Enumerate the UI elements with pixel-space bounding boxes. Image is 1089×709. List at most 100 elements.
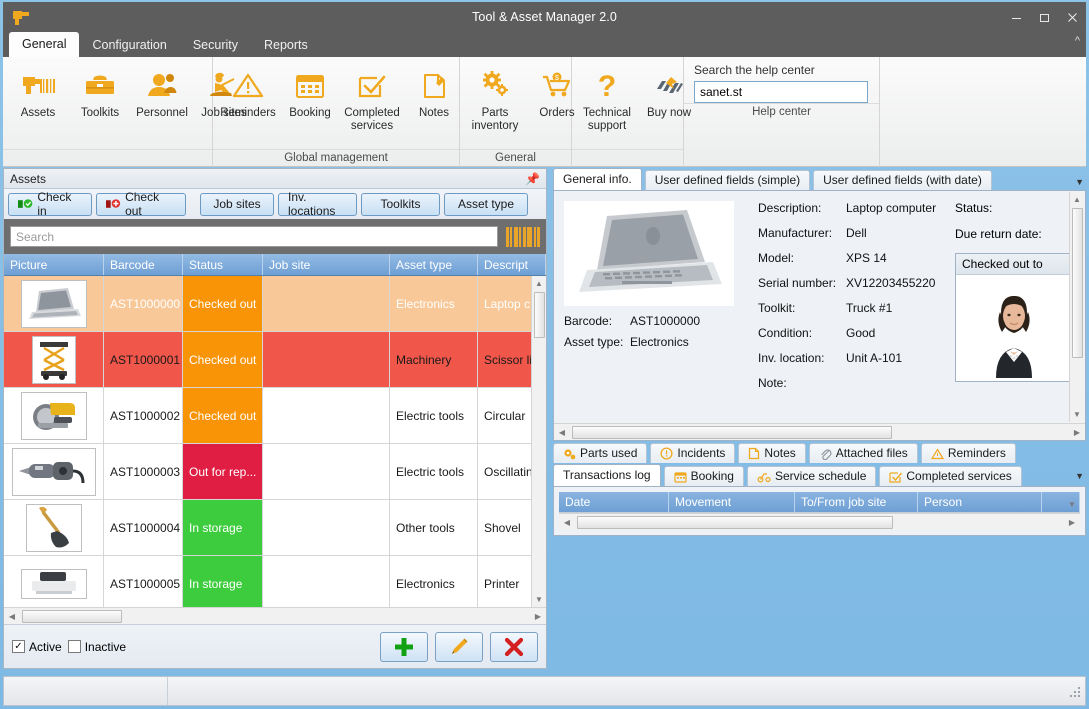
field-key: Description: (758, 201, 822, 215)
tab-general-info[interactable]: General info. (553, 168, 642, 190)
ribbon-button-notes[interactable]: Notes (403, 61, 465, 149)
table-row[interactable]: AST1000000 Checked out Electronics Lapto… (4, 276, 546, 332)
column-header-picture[interactable]: Picture (4, 254, 104, 275)
log-column-date[interactable]: Date (559, 492, 669, 512)
help-search-input[interactable] (694, 81, 868, 103)
log-horizontal-scrollbar[interactable]: ◀ ▶ (559, 513, 1080, 530)
detail-vertical-scrollbar[interactable]: ▲ ▼ (1069, 192, 1084, 422)
ribbon-tab-security[interactable]: Security (180, 34, 251, 57)
table-row[interactable]: AST1000003 Out for rep... Electric tools… (4, 444, 546, 500)
tab-booking[interactable]: Booking (663, 466, 744, 486)
table-row[interactable]: AST1000004 In storage Other tools Shovel (4, 500, 546, 556)
table-row[interactable]: AST1000001 Checked out Machinery Scissor… (4, 332, 546, 388)
ribbon-button-label: Booking (289, 107, 331, 119)
ribbon-button-label: Reminders (220, 107, 276, 119)
cell-picture (4, 500, 104, 555)
tab-completed-services[interactable]: Completed services (879, 466, 1022, 486)
edit-asset-button[interactable] (435, 631, 483, 662)
ribbon-tab-general[interactable]: General (9, 32, 80, 57)
tab-incidents[interactable]: Incidents (650, 443, 736, 463)
question-mark-icon: ? (589, 67, 625, 105)
ribbon-tab-configuration[interactable]: Configuration (79, 34, 179, 57)
delete-asset-button[interactable] (490, 631, 538, 662)
grid-vertical-scrollbar[interactable]: ▲ ▼ (531, 276, 546, 607)
table-row[interactable]: AST1000002 Checked out Electric tools Ci… (4, 388, 546, 444)
minimize-icon[interactable] (1002, 2, 1030, 32)
pin-icon[interactable]: 📌 (525, 172, 540, 186)
assets-grid-body[interactable]: AST1000000 Checked out Electronics Lapto… (4, 276, 546, 607)
scroll-up-arrow-icon[interactable]: ▲ (532, 276, 546, 291)
scroll-right-arrow-icon[interactable]: ▶ (530, 612, 546, 621)
add-asset-button[interactable] (380, 631, 428, 662)
scroll-up-arrow-icon[interactable]: ▲ (1070, 192, 1084, 207)
log-column-to-from-job-site[interactable]: To/From job site (795, 492, 918, 512)
filter-inactive-checkbox[interactable]: Inactive (67, 640, 126, 654)
tab-notes[interactable]: Notes (738, 443, 806, 463)
tab-service-schedule[interactable]: Service schedule (746, 466, 877, 486)
column-header-barcode[interactable]: Barcode (104, 254, 183, 275)
ribbon-button-completed-services[interactable]: Completed services (341, 61, 403, 149)
scrollbar-thumb[interactable] (577, 515, 893, 529)
toolkits-button[interactable]: Toolkits (361, 192, 440, 216)
ribbon-button-assets[interactable]: Assets (7, 61, 69, 149)
check-out-button[interactable]: Check out (96, 190, 186, 218)
ribbon-button-technical-support[interactable]: ? Technical support (576, 61, 638, 149)
detail-barcode-value: AST1000000 (630, 314, 701, 328)
resize-grip-icon[interactable] (1069, 684, 1083, 698)
scroll-right-arrow-icon[interactable]: ▶ (1064, 518, 1080, 527)
log-column-person[interactable]: Person (918, 492, 1042, 512)
assets-panel: Assets 📌 Check in Check out Job sites In… (3, 168, 547, 669)
ribbon-button-reminders[interactable]: Reminders (217, 61, 279, 149)
tab-reminders[interactable]: Reminders (920, 443, 1016, 463)
close-icon[interactable] (1058, 2, 1086, 32)
tab-attached-files[interactable]: Attached files (808, 443, 918, 463)
column-header-job-site[interactable]: Job site (263, 254, 390, 275)
ribbon-tab-reports[interactable]: Reports (251, 34, 321, 57)
barcode-icon[interactable] (506, 226, 540, 247)
check-in-button[interactable]: Check in (8, 190, 92, 218)
maximize-icon[interactable] (1030, 2, 1058, 32)
scroll-down-arrow-icon[interactable]: ▼ (1070, 407, 1084, 422)
detail-horizontal-scrollbar[interactable]: ◀ ▶ (554, 423, 1085, 440)
column-header-status[interactable]: Status (183, 254, 263, 275)
table-row[interactable]: AST1000005 In storage Electronics Printe… (4, 556, 546, 607)
cell-barcode: AST1000003 (104, 444, 183, 499)
asset-type-button[interactable]: Asset type (444, 192, 528, 216)
scroll-down-arrow-icon[interactable]: ▼ (1065, 497, 1079, 512)
ribbon-button-toolkits[interactable]: Toolkits (69, 61, 131, 149)
check-out-icon (106, 198, 121, 208)
tab-user-defined-with-date[interactable]: User defined fields (with date) (813, 170, 992, 190)
tab-parts-used[interactable]: Parts used (553, 443, 648, 463)
job-sites-button[interactable]: Job sites (200, 192, 274, 216)
tab-label: Attached files (835, 446, 908, 460)
scroll-left-arrow-icon[interactable]: ◀ (4, 612, 20, 621)
scroll-left-arrow-icon[interactable]: ◀ (559, 518, 575, 527)
field-key: Model: (758, 251, 795, 265)
column-header-asset-type[interactable]: Asset type (390, 254, 478, 275)
scroll-right-arrow-icon[interactable]: ▶ (1069, 428, 1085, 437)
tab-label: Service schedule (774, 469, 867, 483)
scrollbar-thumb[interactable] (1072, 208, 1083, 358)
tab-transactions-log[interactable]: Transactions log (553, 464, 661, 486)
ribbon-button-booking[interactable]: Booking (279, 61, 341, 149)
ribbon-collapse-chevron-up-icon[interactable]: ^ (1075, 35, 1080, 47)
scrollbar-thumb[interactable] (534, 292, 545, 338)
log-column-movement[interactable]: Movement (669, 492, 795, 512)
scrollbar-thumb[interactable] (22, 609, 122, 623)
lower-tabs-chevron-down-icon[interactable]: ▼ (1075, 471, 1084, 481)
scrollbar-thumb[interactable] (572, 425, 892, 439)
column-header-description[interactable]: Descript (478, 254, 546, 275)
ribbon-button-personnel[interactable]: Personnel (131, 61, 193, 149)
cell-job-site (263, 276, 390, 331)
search-input[interactable] (10, 226, 498, 247)
grid-horizontal-scrollbar[interactable]: ◀ ▶ (4, 607, 546, 624)
scroll-down-arrow-icon[interactable]: ▼ (532, 592, 546, 607)
tab-label: Incidents (677, 446, 726, 460)
ribbon-button-parts-inventory[interactable]: Parts inventory (464, 61, 526, 149)
shovel-thumb (25, 503, 82, 552)
tab-user-defined-simple[interactable]: User defined fields (simple) (644, 170, 811, 190)
filter-active-checkbox[interactable]: ✓ Active (12, 640, 62, 654)
inv-locations-button[interactable]: Inv. locations (278, 190, 357, 218)
detail-tabs-chevron-down-icon[interactable]: ▼ (1075, 177, 1084, 187)
scroll-left-arrow-icon[interactable]: ◀ (554, 428, 570, 437)
